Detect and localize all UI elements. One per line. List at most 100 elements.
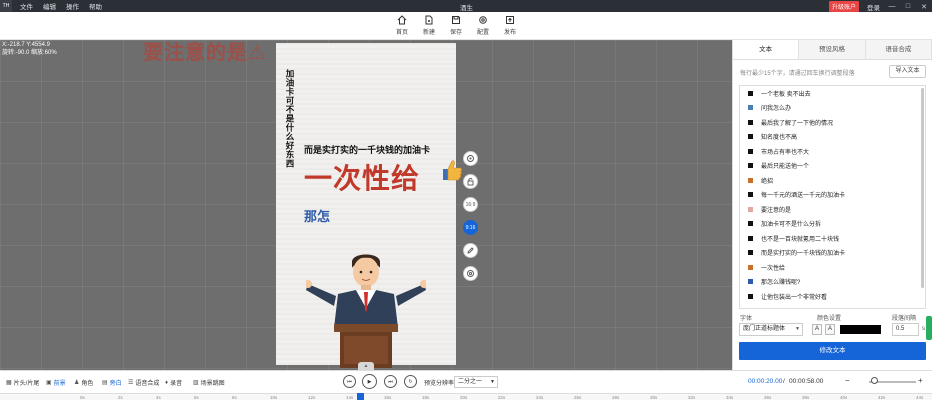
line-color-swatch[interactable]	[748, 148, 753, 154]
list-scrollbar[interactable]	[921, 88, 924, 288]
login-link[interactable]: 登录	[867, 2, 880, 12]
text-line-content: 问我怎么办	[761, 106, 792, 113]
voice-synthesis-button[interactable]: ☰ 语音合成	[128, 378, 159, 387]
play-button[interactable]: ▶	[362, 374, 377, 389]
line-color-swatch[interactable]	[748, 235, 753, 241]
text-line-item[interactable]: 一次性给	[740, 260, 925, 275]
line-color-swatch[interactable]	[748, 163, 753, 169]
timeline-ruler[interactable]: 0s 2s 4s 6s 8s 10s 12s 14s 16s 18s 20s 22s 24s 26s 28s…	[0, 393, 932, 400]
menu-edit[interactable]: 编辑	[43, 1, 56, 11]
upgrade-account-button[interactable]: 升级账户	[828, 1, 859, 12]
ruler-tick: 2s	[118, 395, 123, 400]
text-line-item[interactable]: 知名度也不高	[740, 130, 925, 145]
home-button[interactable]: 首页	[389, 15, 415, 36]
line-color-swatch[interactable]	[748, 293, 753, 299]
ruler-tick: 0s	[80, 395, 85, 400]
config-button[interactable]: 配置	[470, 15, 496, 36]
text-color-a-button[interactable]: A	[812, 324, 822, 335]
narration-button[interactable]: ▤ 旁白	[102, 378, 122, 387]
vertical-caption[interactable]: 加油卡可不是什么好东西	[284, 69, 296, 168]
outline-color-a-button[interactable]: A	[825, 324, 835, 335]
close-icon[interactable]: ✕	[920, 3, 928, 11]
skip-back-button[interactable]: ⏮	[343, 375, 356, 388]
ratio-16-9-button[interactable]: 16:9	[463, 197, 478, 212]
menu-help[interactable]: 帮助	[89, 1, 102, 11]
collapse-timeline-toggle[interactable]: ▲	[358, 362, 374, 370]
text-line-item[interactable]: 每一千元的酒送一千元的加油卡	[740, 188, 925, 203]
headline-caption[interactable]: 一次性给	[304, 157, 420, 197]
subtitle-caption[interactable]: 而是实打实的一千块钱的加油卡	[304, 143, 430, 156]
tab-text[interactable]: 文本	[733, 40, 800, 59]
narration-icon: ▤	[102, 380, 108, 386]
save-button[interactable]: 保存	[443, 15, 469, 36]
import-text-button[interactable]: 导入文本	[889, 65, 926, 78]
zoom-out-button[interactable]: −	[845, 376, 850, 385]
replay-button[interactable]: ↻	[404, 375, 417, 388]
settings-button[interactable]	[463, 266, 478, 281]
font-select[interactable]: 庞门正道标题体 ▼	[739, 323, 803, 336]
scene-jump-button[interactable]: ▧ 场景跳图	[193, 378, 225, 387]
text-line-list[interactable]: 一个老板 卖不出去问我怎么办最后我了解了一下他的情况 知名度也不高市场占有率也不大…	[739, 85, 926, 309]
timeline-playhead[interactable]	[357, 393, 364, 400]
pencil-icon	[467, 247, 474, 254]
panel-resize-handle[interactable]	[926, 316, 932, 340]
presenter-character[interactable]	[306, 248, 426, 368]
text-line-item[interactable]: 加油卡可不是什么分拆	[740, 217, 925, 232]
text-line-item[interactable]: 要注意的是	[740, 202, 925, 217]
zoom-slider-handle[interactable]	[871, 377, 878, 384]
line-color-swatch[interactable]	[748, 206, 753, 212]
canvas-area[interactable]: X:-218.7 Y:4554.9 旋转:-90.0 缩放:60% 要注意的是⚠…	[0, 40, 732, 370]
menu-operate[interactable]: 操作	[66, 1, 79, 11]
question-caption[interactable]: 那怎	[304, 206, 330, 225]
edit-button[interactable]	[463, 243, 478, 258]
thumbs-up-icon[interactable]	[441, 158, 463, 182]
paragraph-spacing-input[interactable]: 0.5	[892, 323, 919, 336]
line-color-swatch[interactable]	[748, 119, 753, 125]
publish-button[interactable]: 发布	[497, 15, 523, 36]
tab-preset-style[interactable]: 预设风格	[799, 40, 866, 59]
line-color-swatch[interactable]	[748, 192, 753, 198]
menu-file[interactable]: 文件	[20, 1, 33, 11]
skip-forward-button[interactable]: ⏭	[384, 375, 397, 388]
line-color-swatch[interactable]	[748, 279, 753, 285]
text-line-item[interactable]: 问我怎么办	[740, 101, 925, 116]
text-line-item[interactable]: 最后只能送他一个	[740, 159, 925, 174]
maximize-icon[interactable]: □	[904, 3, 912, 10]
text-line-item[interactable]: 让他包装出一个非常好看	[740, 289, 925, 304]
text-line-item[interactable]: 也不是一百块就氪用二十块钱	[740, 231, 925, 246]
text-line-item[interactable]: 绝招	[740, 173, 925, 188]
offstage-text-element[interactable]: 要注意的是⚠	[143, 40, 267, 65]
preview-resolution-select[interactable]: 二分之一 ▼	[454, 376, 498, 388]
character-button[interactable]: ♟ 角色	[74, 378, 93, 387]
text-color-swatch[interactable]	[840, 325, 881, 334]
coordinate-readout: X:-218.7 Y:4554.9 旋转:-90.0 缩放:60%	[2, 41, 57, 57]
video-stage[interactable]: 加油卡可不是什么好东西 而是实打实的一千块钱的加油卡 一次性给 那怎	[276, 43, 462, 368]
zoom-in-button[interactable]: +	[918, 376, 923, 385]
line-color-swatch[interactable]	[748, 221, 753, 227]
rotate-button[interactable]	[463, 151, 478, 166]
tab-voice-synthesis[interactable]: 语音合成	[865, 40, 932, 59]
foreground-button[interactable]: ▣ 前景	[46, 378, 66, 387]
menu-bar: 文件 编辑 操作 帮助	[20, 1, 102, 11]
new-button[interactable]: 新建	[416, 15, 442, 36]
line-color-swatch[interactable]	[748, 90, 753, 96]
minimize-icon[interactable]: —	[888, 3, 896, 10]
record-button[interactable]: ♦ 录音	[165, 378, 182, 388]
text-line-content: 市场占有率也不大	[761, 149, 810, 156]
modify-text-button[interactable]: 修改文本	[739, 342, 926, 360]
text-line-item[interactable]: 最后我了解了一下他的情况	[740, 115, 925, 130]
line-color-swatch[interactable]	[748, 105, 753, 111]
line-color-swatch[interactable]	[748, 134, 753, 140]
intro-outro-button[interactable]: ▦ 片头/片尾	[6, 378, 39, 387]
text-line-item[interactable]: 市场占有率也不大	[740, 144, 925, 159]
lock-button[interactable]	[463, 174, 478, 189]
line-color-swatch[interactable]	[748, 264, 753, 270]
coords-transform: 旋转:-90.0 缩放:60%	[2, 50, 57, 56]
text-line-content: 最后只能送他一个	[761, 164, 810, 171]
line-color-swatch[interactable]	[748, 250, 753, 256]
text-line-item[interactable]: 而是实打实的一千块钱的加油卡	[740, 246, 925, 261]
ratio-9-16-button[interactable]: 9:16	[463, 220, 478, 235]
line-color-swatch[interactable]	[748, 177, 753, 183]
text-line-item[interactable]: 那怎么赚钱呢?	[740, 275, 925, 290]
text-line-item[interactable]: 一个老板 卖不出去	[740, 86, 925, 101]
